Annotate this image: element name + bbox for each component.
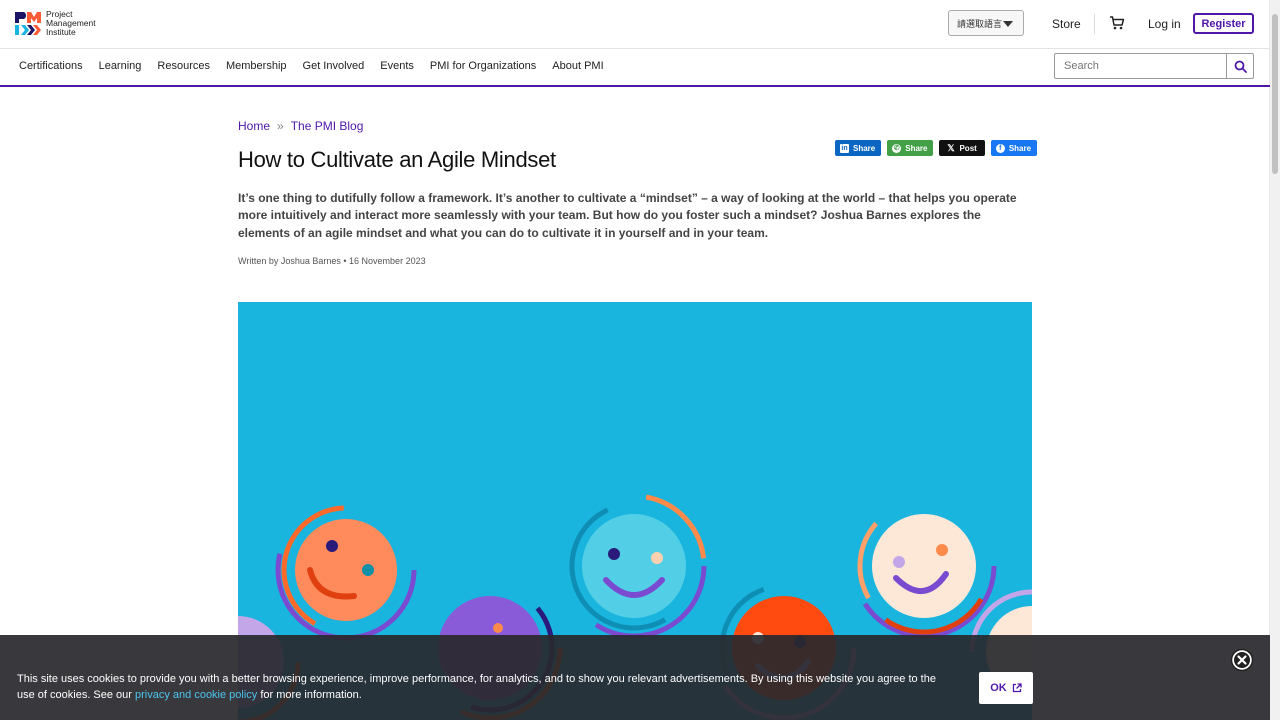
share-buttons: in Share ✆ Share 𝕏 Post f Share — [835, 140, 1043, 156]
cookie-text-end: for more information. — [257, 688, 362, 701]
whatsapp-share-button[interactable]: ✆ Share — [887, 140, 934, 156]
facebook-share-button[interactable]: f Share — [990, 140, 1038, 156]
logo-line: Institute — [46, 26, 76, 37]
nav-item-about-pmi[interactable]: About PMI — [552, 60, 603, 72]
nav-item-get-involved[interactable]: Get Involved — [303, 60, 365, 72]
scrollbar-thumb[interactable] — [1272, 14, 1278, 174]
register-button[interactable]: Register — [1193, 13, 1254, 34]
nav-item-certifications[interactable]: Certifications — [19, 60, 83, 72]
store-link[interactable]: Store — [1052, 17, 1081, 31]
x-post-button[interactable]: 𝕏 Post — [939, 140, 985, 156]
facebook-icon: f — [995, 143, 1005, 153]
cookie-message: This site uses cookies to provide you wi… — [17, 672, 947, 703]
language-selector[interactable]: 請選取語言 — [948, 10, 1024, 36]
page-scrollbar[interactable] — [1269, 0, 1280, 720]
top-bar: Project Management Institute 請選取語言 Store… — [0, 0, 1270, 49]
x-post-label: Post — [959, 143, 977, 153]
main-nav: Certifications Learning Resources Member… — [0, 49, 1270, 87]
login-link[interactable]: Log in — [1148, 17, 1181, 31]
pmi-logo-icon — [15, 12, 41, 35]
cookie-banner: This site uses cookies to provide you wi… — [0, 635, 1270, 720]
nav-item-pmi-for-organizations[interactable]: PMI for Organizations — [430, 60, 536, 72]
privacy-policy-link[interactable]: privacy and cookie policy — [135, 689, 257, 701]
breadcrumb-separator: » — [277, 119, 284, 133]
pmi-logo[interactable]: Project Management Institute — [15, 8, 96, 38]
cookie-ok-button[interactable]: OK — [979, 672, 1033, 704]
article-lead: It’s one thing to dutifully follow a fra… — [238, 191, 1017, 240]
breadcrumb-blog[interactable]: The PMI Blog — [291, 119, 364, 133]
nav-item-membership[interactable]: Membership — [226, 60, 287, 72]
smiley-face — [275, 499, 417, 641]
linkedin-share-button[interactable]: in Share — [835, 140, 882, 156]
nav-item-events[interactable]: Events — [380, 60, 414, 72]
breadcrumb: Home » The PMI Blog — [238, 119, 363, 133]
close-icon[interactable] — [1230, 648, 1254, 672]
smiley-face — [851, 493, 997, 639]
x-icon: 𝕏 — [947, 142, 955, 153]
cookie-ok-label: OK — [990, 682, 1007, 694]
whatsapp-icon: ✆ — [892, 143, 902, 153]
search-input[interactable] — [1062, 59, 1226, 73]
nav-item-learning[interactable]: Learning — [99, 60, 142, 72]
breadcrumb-home[interactable]: Home — [238, 119, 270, 133]
nav-item-resources[interactable]: Resources — [157, 60, 210, 72]
caret-down-icon — [1003, 21, 1013, 27]
external-link-icon — [1012, 683, 1022, 693]
search-button[interactable] — [1226, 54, 1253, 78]
logo-text: Project Management Institute — [46, 9, 96, 37]
header-divider — [1094, 14, 1095, 34]
linkedin-share-label: Share — [853, 143, 876, 153]
article-title: How to Cultivate an Agile Mindset — [238, 147, 556, 172]
language-selector-label: 請選取語言 — [957, 18, 1003, 29]
search-box — [1054, 53, 1254, 79]
facebook-share-label: Share — [1008, 143, 1032, 153]
cart-icon[interactable] — [1109, 15, 1125, 31]
nav-list: Certifications Learning Resources Member… — [19, 60, 620, 72]
article-byline: Written by Joshua Barnes • 16 November 2… — [238, 256, 426, 266]
linkedin-icon: in — [840, 143, 849, 153]
smiley-face — [561, 493, 707, 639]
whatsapp-share-label: Share — [905, 143, 928, 153]
search-icon — [1234, 60, 1247, 73]
